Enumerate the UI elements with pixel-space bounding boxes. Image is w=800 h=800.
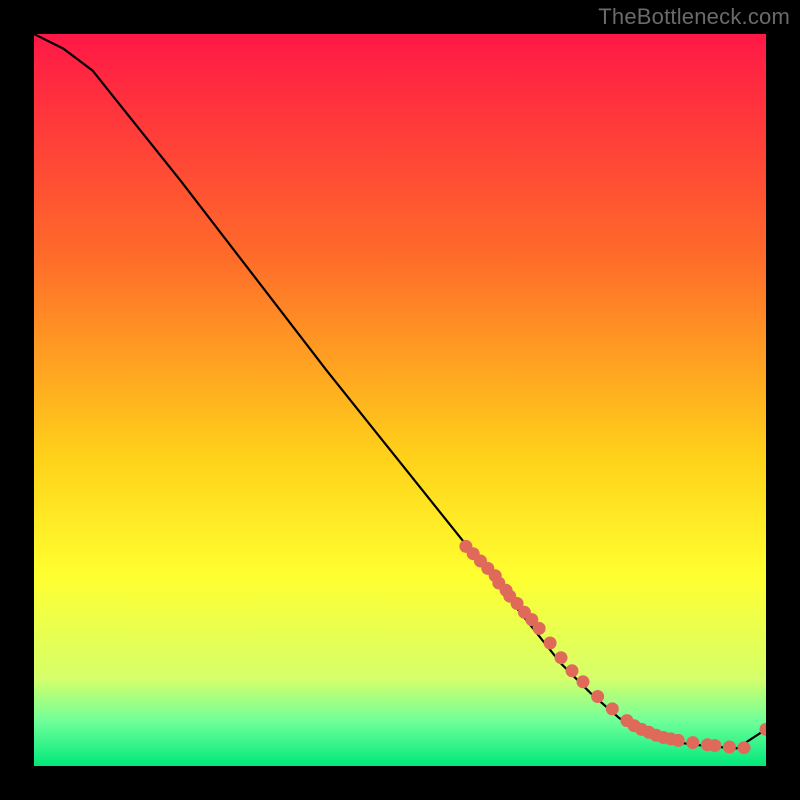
- data-point: [555, 651, 568, 664]
- data-point: [708, 739, 721, 752]
- plot-area: [34, 34, 766, 766]
- data-point: [566, 664, 579, 677]
- data-point: [738, 741, 751, 754]
- data-point: [544, 637, 557, 650]
- attribution-label: TheBottleneck.com: [598, 4, 790, 30]
- chart-frame: TheBottleneck.com: [0, 0, 800, 800]
- gradient-background: [34, 34, 766, 766]
- data-point: [577, 675, 590, 688]
- chart-svg: [34, 34, 766, 766]
- data-point: [591, 690, 604, 703]
- data-point: [606, 702, 619, 715]
- data-point: [686, 736, 699, 749]
- data-point: [723, 741, 736, 754]
- data-point: [672, 734, 685, 747]
- data-point: [533, 622, 546, 635]
